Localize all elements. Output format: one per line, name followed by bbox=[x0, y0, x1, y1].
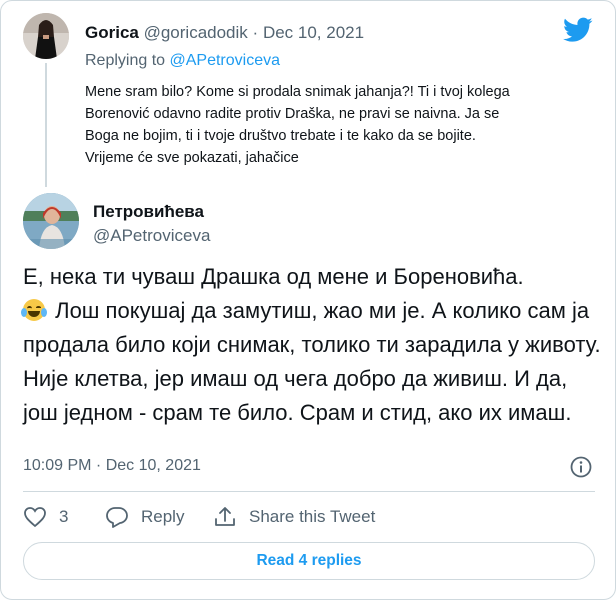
author-handle[interactable]: @APetroviceva bbox=[93, 226, 210, 246]
reply-bubble-icon bbox=[106, 507, 128, 528]
replying-prefix: Replying to bbox=[85, 52, 166, 69]
thread-line bbox=[45, 63, 47, 187]
like-button[interactable]: 3 bbox=[23, 504, 68, 530]
replying-to: Replying to @APetroviceva bbox=[85, 52, 280, 70]
author-name[interactable]: Gorica bbox=[85, 23, 139, 42]
reply-button[interactable]: Reply bbox=[105, 504, 184, 530]
like-count: 3 bbox=[59, 507, 69, 526]
avatar[interactable] bbox=[23, 13, 69, 59]
twitter-bird-icon[interactable] bbox=[563, 17, 593, 43]
face-with-tears-of-joy-icon bbox=[21, 299, 47, 321]
share-label: Share this Tweet bbox=[249, 507, 376, 526]
tweet-text: Е, нека ти чуваш Драшка од мене и Борено… bbox=[21, 260, 603, 430]
replying-handle-link[interactable]: @APetroviceva bbox=[170, 52, 281, 69]
heart-icon bbox=[24, 507, 46, 528]
tweet-timestamp[interactable]: 10:09 PM · Dec 10, 2021 bbox=[23, 457, 201, 475]
divider bbox=[23, 491, 595, 492]
parent-tweet-header: Gorica @goricadodik · Dec 10, 2021 bbox=[85, 23, 364, 43]
read-replies-button[interactable]: Read 4 replies bbox=[23, 542, 595, 580]
tweet-text-line1: Е, нека ти чуваш Драшка од мене и Борено… bbox=[23, 264, 524, 289]
separator-dot: · bbox=[252, 23, 259, 42]
embedded-tweet-card: Gorica @goricadodik · Dec 10, 2021 Reply… bbox=[0, 0, 616, 600]
avatar[interactable] bbox=[23, 193, 79, 249]
author-handle[interactable]: @goricadodik bbox=[144, 23, 248, 42]
parent-tweet-text: Mene sram bilo? Kome si prodala snimak j… bbox=[85, 84, 510, 166]
tweet-date[interactable]: Dec 10, 2021 bbox=[263, 23, 364, 42]
tweet-text-rest: Лош покушај да замутиш, жао ми је. А кол… bbox=[23, 298, 601, 425]
author-name[interactable]: Петровићева bbox=[93, 202, 204, 222]
reply-label: Reply bbox=[141, 507, 185, 526]
info-icon[interactable] bbox=[570, 456, 592, 478]
share-button[interactable]: Share this Tweet bbox=[213, 504, 375, 530]
parent-tweet[interactable]: Gorica @goricadodik · Dec 10, 2021 Reply… bbox=[1, 1, 615, 191]
share-upload-icon bbox=[215, 507, 235, 526]
